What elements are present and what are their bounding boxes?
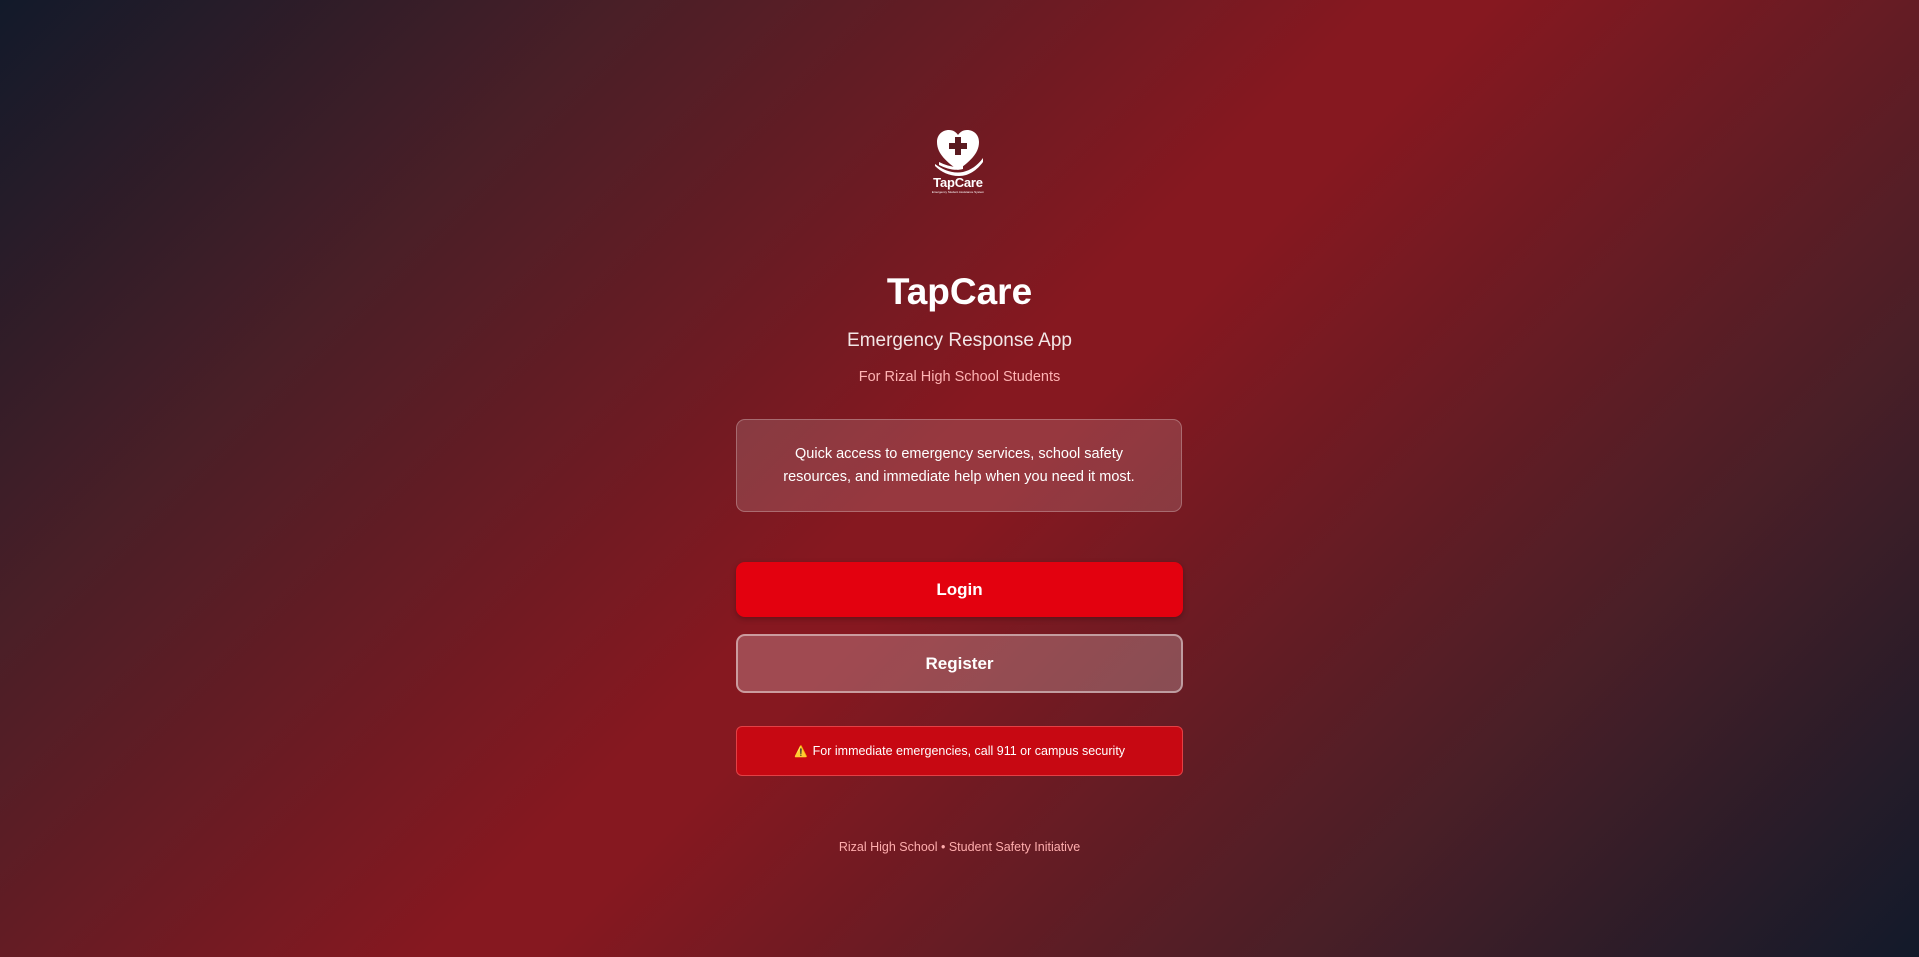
heart-cross-hand-icon	[926, 126, 990, 178]
info-text: Quick access to emergency services, scho…	[783, 445, 1135, 485]
app-logo: TapCare Emergency Student Assistance Sys…	[926, 126, 990, 202]
page-title: TapCare	[886, 271, 1033, 312]
info-card: Quick access to emergency services, scho…	[736, 419, 1182, 512]
login-button[interactable]: Login	[736, 562, 1183, 617]
emergency-alert-text: For immediate emergencies, call 911 or c…	[812, 744, 1126, 758]
warning-icon: ⚠️	[793, 745, 808, 758]
footer-text: Rizal High School • Student Safety Initi…	[838, 840, 1081, 854]
school-label: For Rizal High School Students	[858, 369, 1061, 385]
register-button[interactable]: Register	[736, 634, 1183, 693]
emergency-alert: ⚠️ For immediate emergencies, call 911 o…	[736, 726, 1183, 776]
logo-wordmark: TapCare	[933, 175, 983, 190]
logo-tagline: Emergency Student Assistance System	[931, 190, 985, 194]
page-subtitle: Emergency Response App	[847, 330, 1072, 351]
